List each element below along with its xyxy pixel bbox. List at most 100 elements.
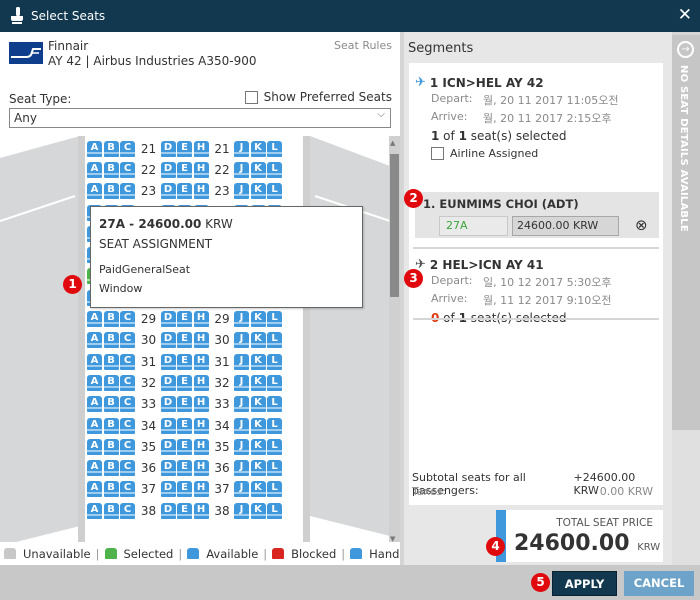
seat-30J[interactable]: J (234, 332, 249, 349)
seat-23H[interactable]: H (193, 183, 209, 200)
close-icon[interactable]: ✕ (678, 5, 692, 25)
seat-33H[interactable]: H (193, 396, 209, 413)
seat-34C[interactable]: C (120, 417, 135, 434)
seat-29L[interactable]: L (267, 311, 282, 328)
seat-22C[interactable]: C (120, 161, 135, 178)
seat-36E[interactable]: E (177, 460, 192, 477)
seat-38H[interactable]: H (193, 502, 209, 519)
show-preferred-seats-checkbox[interactable] (244, 90, 258, 104)
cancel-button[interactable]: CANCEL (624, 571, 694, 596)
seat-21L[interactable]: L (267, 140, 282, 157)
seat-30L[interactable]: L (267, 332, 282, 349)
remove-seat-icon[interactable]: ⊗ (635, 216, 648, 234)
arrow-right-circle-icon[interactable]: → (677, 41, 694, 58)
seat-23B[interactable]: B (103, 183, 119, 200)
seat-36A[interactable]: A (87, 460, 102, 477)
airline-assigned-toggle[interactable]: Airline Assigned (415, 147, 659, 160)
seat-34K[interactable]: K (250, 417, 266, 434)
seat-34L[interactable]: L (267, 417, 282, 434)
seat-30C[interactable]: C (120, 332, 135, 349)
seat-34E[interactable]: E (177, 417, 192, 434)
seat-23K[interactable]: K (250, 183, 266, 200)
seat-rules-link[interactable]: Seat Rules (334, 39, 392, 52)
seat-35J[interactable]: J (234, 438, 249, 455)
seat-32K[interactable]: K (250, 374, 266, 391)
seat-36D[interactable]: D (160, 460, 176, 477)
seat-38K[interactable]: K (250, 502, 266, 519)
seat-36C[interactable]: C (120, 460, 135, 477)
airline-assigned-checkbox[interactable] (431, 147, 444, 160)
seat-30D[interactable]: D (160, 332, 176, 349)
apply-button[interactable]: APPLY (552, 571, 617, 596)
seat-29K[interactable]: K (250, 311, 266, 328)
scroll-up-icon[interactable]: ▲ (390, 139, 395, 147)
seat-37H[interactable]: H (193, 481, 209, 498)
seat-30A[interactable]: A (87, 332, 102, 349)
seat-21E[interactable]: E (177, 140, 192, 157)
seat-22K[interactable]: K (250, 161, 266, 178)
seat-30E[interactable]: E (177, 332, 192, 349)
seatmap-scrollbar[interactable]: ▲ ▼ (389, 136, 400, 546)
seat-33L[interactable]: L (267, 396, 282, 413)
seat-36K[interactable]: K (250, 460, 266, 477)
segment-1[interactable]: ✈ 1 ICN>HEL AY 42 Depart: 월, 20 11 2017 11… (415, 75, 659, 160)
seat-36H[interactable]: H (193, 460, 209, 477)
seat-36L[interactable]: L (267, 460, 282, 477)
seat-34H[interactable]: H (193, 417, 209, 434)
seat-31H[interactable]: H (193, 353, 209, 370)
seat-21A[interactable]: A (87, 140, 102, 157)
seat-33D[interactable]: D (160, 396, 176, 413)
seat-35L[interactable]: L (267, 438, 282, 455)
seat-type-select[interactable]: Any ⌵ (9, 108, 391, 128)
seat-36J[interactable]: J (234, 460, 249, 477)
segment-2[interactable]: ✈ 2 HEL>ICN AY 41 Depart: 일, 10 12 2017 5:… (415, 257, 659, 325)
seat-33E[interactable]: E (177, 396, 192, 413)
seat-32A[interactable]: A (87, 374, 102, 391)
seat-35B[interactable]: B (103, 438, 119, 455)
seat-29B[interactable]: B (103, 311, 119, 328)
seat-21D[interactable]: D (160, 140, 176, 157)
seat-32L[interactable]: L (267, 374, 282, 391)
seat-31E[interactable]: E (177, 353, 192, 370)
seat-31C[interactable]: C (120, 353, 135, 370)
seat-33J[interactable]: J (234, 396, 249, 413)
seat-29A[interactable]: A (87, 311, 102, 328)
seat-30K[interactable]: K (250, 332, 266, 349)
seat-37D[interactable]: D (160, 481, 176, 498)
seat-22B[interactable]: B (103, 161, 119, 178)
seat-31B[interactable]: B (103, 353, 119, 370)
seat-35A[interactable]: A (87, 438, 102, 455)
seat-35H[interactable]: H (193, 438, 209, 455)
seat-29D[interactable]: D (160, 311, 176, 328)
passenger-seat-field[interactable]: 27A (439, 216, 508, 236)
seat-37K[interactable]: K (250, 481, 266, 498)
seat-29C[interactable]: C (120, 311, 135, 328)
seat-21C[interactable]: C (120, 140, 135, 157)
seat-34J[interactable]: J (234, 417, 249, 434)
seat-22E[interactable]: E (177, 161, 192, 178)
seat-38D[interactable]: D (160, 502, 176, 519)
seat-35C[interactable]: C (120, 438, 135, 455)
seat-22H[interactable]: H (193, 161, 209, 178)
seat-22L[interactable]: L (267, 161, 282, 178)
seat-38L[interactable]: L (267, 502, 282, 519)
seat-30B[interactable]: B (103, 332, 119, 349)
seat-32H[interactable]: H (193, 374, 209, 391)
seat-35E[interactable]: E (177, 438, 192, 455)
seat-32C[interactable]: C (120, 374, 135, 391)
seat-35D[interactable]: D (160, 438, 176, 455)
seat-38A[interactable]: A (87, 502, 102, 519)
seat-35K[interactable]: K (250, 438, 266, 455)
seat-37B[interactable]: B (103, 481, 119, 498)
seat-37J[interactable]: J (234, 481, 249, 498)
seat-33B[interactable]: B (103, 396, 119, 413)
seat-23J[interactable]: J (234, 183, 249, 200)
seat-34B[interactable]: B (103, 417, 119, 434)
seat-33A[interactable]: A (87, 396, 102, 413)
seat-details-sidebar[interactable]: → NO SEAT DETAILS AVAILABLE (672, 35, 700, 430)
seat-31K[interactable]: K (250, 353, 266, 370)
seat-37C[interactable]: C (120, 481, 135, 498)
seat-34D[interactable]: D (160, 417, 176, 434)
seat-23E[interactable]: E (177, 183, 192, 200)
seat-38B[interactable]: B (103, 502, 119, 519)
